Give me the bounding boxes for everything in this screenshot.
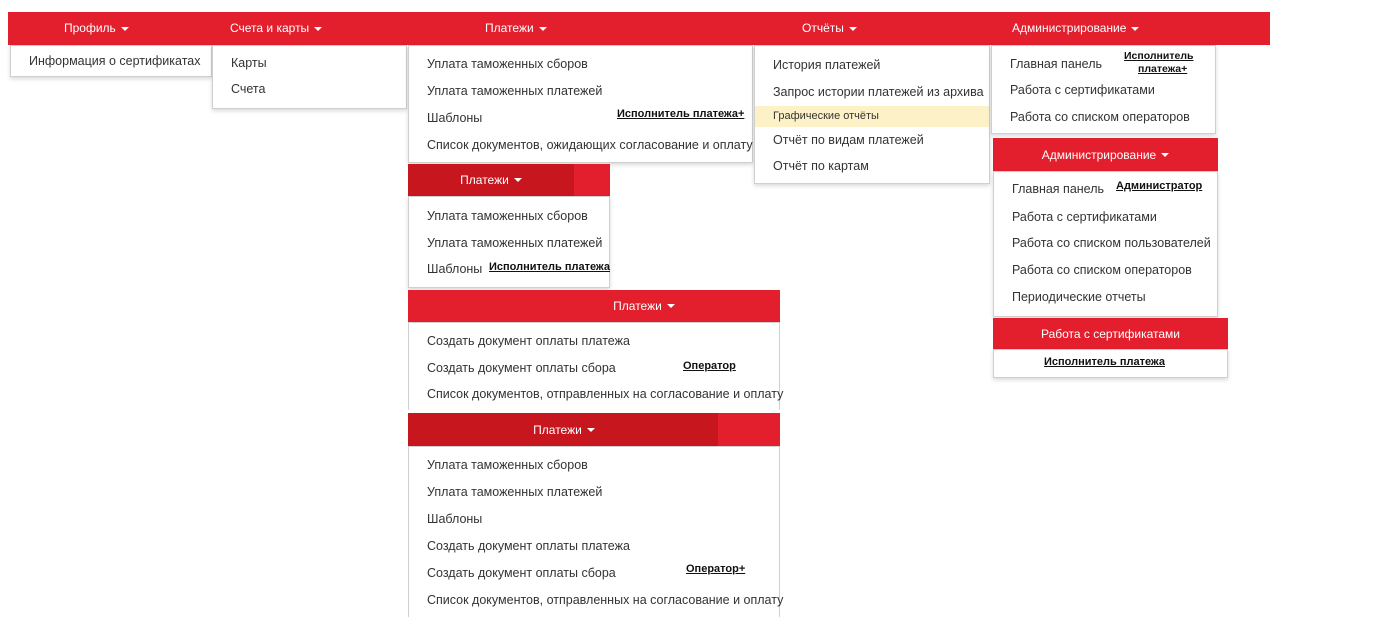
reports-dropdown: История платежей Запрос истории платежей… xyxy=(754,45,990,184)
caret-down-icon xyxy=(1161,152,1170,157)
payments-item-customs-payments[interactable]: Уплата таможенных платежей xyxy=(427,84,602,98)
payments2-item-templates[interactable]: Шаблоны xyxy=(427,262,482,276)
top-navbar: Профиль Счета и карты Платежи Отчёты Адм… xyxy=(8,12,1270,45)
profile-dropdown: Информация о сертификатах xyxy=(10,45,212,77)
accounts-dropdown: Карты Счета xyxy=(212,45,407,109)
nav-profile-label: Профиль xyxy=(64,21,116,35)
payments-item-pending-docs[interactable]: Список документов, ожидающих согласовани… xyxy=(427,138,753,152)
nav-reports-label: Отчёты xyxy=(802,21,844,35)
payments3-item-sent-docs[interactable]: Список документов, отправленных на согла… xyxy=(427,387,783,401)
profile-item-certificates[interactable]: Информация о сертификатах xyxy=(29,54,201,68)
role-label: Администратор xyxy=(1116,180,1203,192)
nav-payments-label: Платежи xyxy=(485,21,534,35)
cert-dropdown: Исполнитель платежа xyxy=(993,349,1228,378)
admin2-item-certificates[interactable]: Работа с сертификатами xyxy=(1012,210,1157,224)
payments-header-3[interactable]: Платежи xyxy=(408,290,780,322)
caret-down-icon xyxy=(120,26,129,31)
reports-item-by-type[interactable]: Отчёт по видам платежей xyxy=(773,133,924,147)
admin-dropdown-2: Главная панель Администратор Работа с се… xyxy=(993,171,1218,317)
role-label: Оператор+ xyxy=(686,563,746,575)
nav-accounts-label: Счета и карты xyxy=(230,21,310,35)
payments-dropdown-2: Уплата таможенных сборов Уплата таможенн… xyxy=(408,196,610,288)
payments-dropdown-3: Создать документ оплаты платежа Создать … xyxy=(408,322,783,410)
reports-item-archive[interactable]: Запрос истории платежей из архива xyxy=(773,85,984,99)
payments4-item-create-fee[interactable]: Создать документ оплаты сбора xyxy=(427,566,616,580)
admin-item-certificates[interactable]: Работа с сертификатами xyxy=(1010,83,1155,97)
reports-item-cards[interactable]: Отчёт по картам xyxy=(773,159,869,173)
payments-item-templates[interactable]: Шаблоны xyxy=(427,111,482,125)
payments3-item-create-payment[interactable]: Создать документ оплаты платежа xyxy=(427,334,630,348)
payments-header-4-label: Платежи xyxy=(533,422,582,437)
admin-header-2[interactable]: Администрирование xyxy=(993,138,1218,171)
payments2-item-customs-fees[interactable]: Уплата таможенных сборов xyxy=(427,209,588,223)
nav-profile[interactable]: Профиль xyxy=(64,21,129,35)
admin2-item-operators[interactable]: Работа со списком операторов xyxy=(1012,263,1192,277)
payments-dropdown: Уплата таможенных сборов Уплата таможенн… xyxy=(408,45,753,163)
admin2-item-dashboard[interactable]: Главная панель xyxy=(1012,182,1104,196)
payments4-item-templates[interactable]: Шаблоны xyxy=(427,512,482,526)
payments-header-4[interactable]: Платежи xyxy=(408,413,780,446)
role-label: Исполнитель платежа+ xyxy=(617,108,745,120)
reports-item-graphic[interactable]: Графические отчёты xyxy=(773,110,879,122)
caret-down-icon xyxy=(538,26,547,31)
admin2-item-users[interactable]: Работа со списком пользователей xyxy=(1012,236,1211,250)
role-label: Оператор xyxy=(683,360,736,372)
caret-down-icon xyxy=(666,304,675,308)
nav-payments[interactable]: Платежи xyxy=(485,21,547,35)
admin-dropdown: Главная панель Исполнитель платежа+ Рабо… xyxy=(991,45,1216,134)
payments-header-2-label: Платежи xyxy=(460,173,509,187)
payments2-item-customs-payments[interactable]: Уплата таможенных платежей xyxy=(427,236,602,250)
accounts-item-accounts[interactable]: Счета xyxy=(231,82,265,96)
payments4-item-customs-fees[interactable]: Уплата таможенных сборов xyxy=(427,458,588,472)
caret-down-icon xyxy=(513,178,522,182)
role-label: Исполнитель платежа xyxy=(1044,356,1165,368)
payments-dropdown-4: Уплата таможенных сборов Уплата таможенн… xyxy=(408,446,783,617)
nav-admin[interactable]: Администрирование xyxy=(1012,21,1140,35)
payments-header-2[interactable]: Платежи xyxy=(408,164,610,196)
caret-down-icon xyxy=(314,26,323,31)
admin-header-2-label: Администрирование xyxy=(1041,147,1157,162)
accounts-item-cards[interactable]: Карты xyxy=(231,56,267,70)
role-label-line1: Исполнитель xyxy=(1124,50,1194,62)
payments3-item-create-fee[interactable]: Создать документ оплаты сбора xyxy=(427,361,616,375)
caret-down-icon xyxy=(848,26,857,31)
payments-item-customs-fees[interactable]: Уплата таможенных сборов xyxy=(427,57,588,71)
payments-header-2-accent xyxy=(574,164,610,196)
caret-down-icon xyxy=(1131,26,1140,31)
admin-item-operators[interactable]: Работа со списком операторов xyxy=(1010,110,1190,124)
role-label-line2: платежа+ xyxy=(1138,63,1188,75)
cert-header-label: Работа с сертификатами xyxy=(1040,326,1181,341)
payments4-item-customs-payments[interactable]: Уплата таможенных платежей xyxy=(427,485,602,499)
nav-accounts[interactable]: Счета и карты xyxy=(230,21,323,35)
payments4-item-create-payment[interactable]: Создать документ оплаты платежа xyxy=(427,539,630,553)
admin2-item-periodic-reports[interactable]: Периодические отчеты xyxy=(1012,290,1146,304)
nav-reports[interactable]: Отчёты xyxy=(802,21,857,35)
payments-header-4-accent xyxy=(718,413,780,446)
role-label: Исполнитель платежа xyxy=(489,261,610,273)
cert-header[interactable]: Работа с сертификатами xyxy=(993,318,1228,349)
payments4-item-sent-docs[interactable]: Список документов, отправленных на согла… xyxy=(427,593,783,607)
caret-down-icon xyxy=(586,427,595,432)
admin-item-dashboard[interactable]: Главная панель xyxy=(1010,57,1102,71)
reports-item-history[interactable]: История платежей xyxy=(773,58,880,72)
payments-header-3-label: Платежи xyxy=(613,299,662,313)
nav-admin-label: Администрирование xyxy=(1012,21,1127,35)
